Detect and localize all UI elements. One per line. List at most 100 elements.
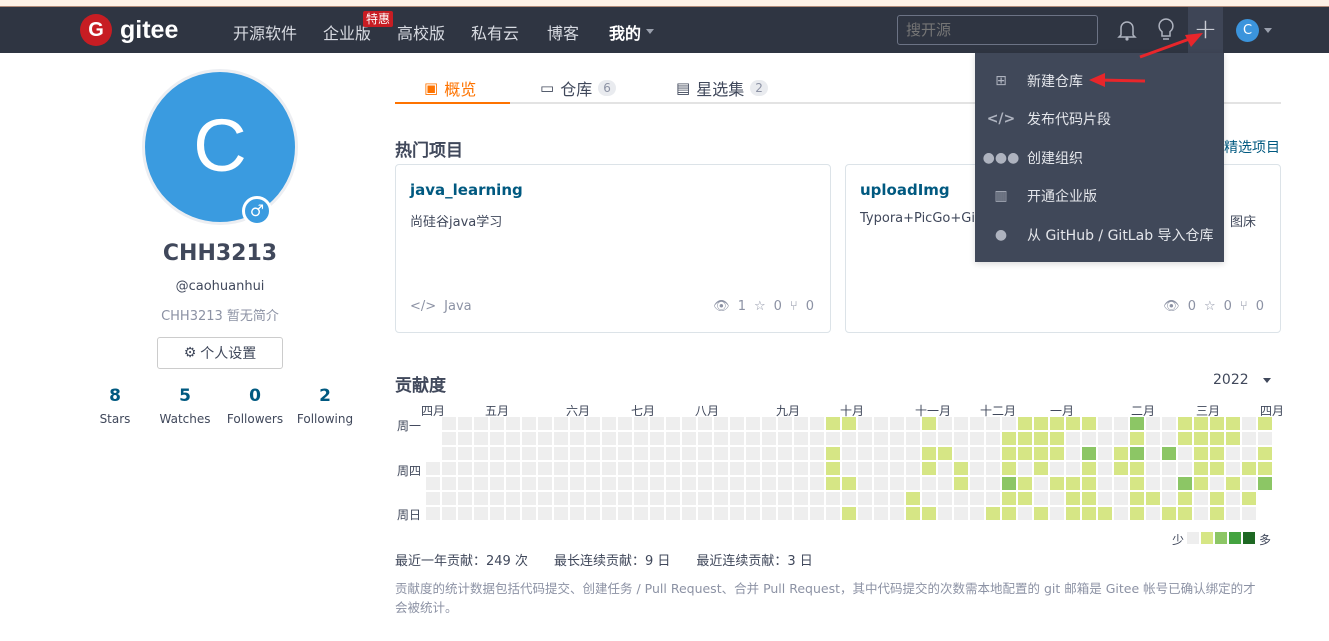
contribution-cell[interactable] xyxy=(1002,492,1016,505)
contribution-cell[interactable] xyxy=(554,477,568,490)
contribution-cell[interactable] xyxy=(1082,477,1096,490)
contribution-cell[interactable] xyxy=(474,492,488,505)
contribution-cell[interactable] xyxy=(970,447,984,460)
contribution-cell[interactable] xyxy=(1002,477,1016,490)
contribution-cell[interactable] xyxy=(842,507,856,520)
contribution-cell[interactable] xyxy=(730,477,744,490)
contribution-cell[interactable] xyxy=(1226,507,1240,520)
contribution-cell[interactable] xyxy=(1242,432,1256,445)
contribution-cell[interactable] xyxy=(890,462,904,475)
contribution-cell[interactable] xyxy=(538,492,552,505)
contribution-cell[interactable] xyxy=(874,432,888,445)
contribution-cell[interactable] xyxy=(714,462,728,475)
contribution-cell[interactable] xyxy=(842,432,856,445)
contribution-cell[interactable] xyxy=(506,417,520,430)
contribution-cell[interactable] xyxy=(762,417,776,430)
contribution-cell[interactable] xyxy=(474,417,488,430)
contribution-cell[interactable] xyxy=(1018,507,1032,520)
contribution-cell[interactable] xyxy=(810,507,824,520)
contribution-cell[interactable] xyxy=(890,432,904,445)
contribution-cell[interactable] xyxy=(650,462,664,475)
contribution-cell[interactable] xyxy=(778,492,792,505)
user-avatar-button[interactable]: C xyxy=(1236,19,1259,42)
contribution-cell[interactable] xyxy=(714,507,728,520)
contribution-cell[interactable] xyxy=(586,462,600,475)
contribution-cell[interactable] xyxy=(1210,447,1224,460)
contribution-cell[interactable] xyxy=(986,447,1000,460)
contribution-cell[interactable] xyxy=(586,492,600,505)
contribution-cell[interactable] xyxy=(986,477,1000,490)
menu-item-publish-snippet[interactable]: </> 发布代码片段 xyxy=(975,100,1224,138)
contribution-cell[interactable] xyxy=(426,507,440,520)
nav-education[interactable]: 高校版 xyxy=(397,20,445,44)
contribution-cell[interactable] xyxy=(506,447,520,460)
contribution-cell[interactable] xyxy=(666,477,680,490)
contribution-cell[interactable] xyxy=(506,432,520,445)
contribution-cell[interactable] xyxy=(682,432,696,445)
tab-2[interactable]: ▤ 星选集 2 xyxy=(676,76,768,100)
contribution-cell[interactable] xyxy=(1178,507,1192,520)
contribution-cell[interactable] xyxy=(1034,462,1048,475)
contribution-cell[interactable] xyxy=(1018,462,1032,475)
contribution-cell[interactable] xyxy=(426,477,440,490)
contribution-cell[interactable] xyxy=(858,507,872,520)
contribution-cell[interactable] xyxy=(1162,462,1176,475)
contribution-cell[interactable] xyxy=(874,477,888,490)
contribution-cell[interactable] xyxy=(1178,492,1192,505)
contribution-cell[interactable] xyxy=(442,447,456,460)
contribution-cell[interactable] xyxy=(474,507,488,520)
contribution-cell[interactable] xyxy=(682,417,696,430)
contribution-cell[interactable] xyxy=(1178,462,1192,475)
contribution-cell[interactable] xyxy=(1210,477,1224,490)
contribution-cell[interactable] xyxy=(522,462,536,475)
menu-item-enterprise[interactable]: ▥ 开通企业版 xyxy=(975,177,1224,215)
contribution-cell[interactable] xyxy=(1194,462,1208,475)
contribution-cell[interactable] xyxy=(1098,417,1112,430)
contribution-cell[interactable] xyxy=(922,447,936,460)
contribution-cell[interactable] xyxy=(634,477,648,490)
contribution-cell[interactable] xyxy=(538,417,552,430)
contribution-cell[interactable] xyxy=(890,477,904,490)
contribution-cell[interactable] xyxy=(826,432,840,445)
contribution-cell[interactable] xyxy=(922,492,936,505)
contribution-cell[interactable] xyxy=(1114,447,1128,460)
contribution-cell[interactable] xyxy=(842,462,856,475)
contribution-cell[interactable] xyxy=(810,417,824,430)
contribution-cell[interactable] xyxy=(826,477,840,490)
contribution-cell[interactable] xyxy=(922,477,936,490)
contribution-cell[interactable] xyxy=(794,477,808,490)
contribution-cell[interactable] xyxy=(538,432,552,445)
contribution-cell[interactable] xyxy=(922,507,936,520)
tab-1[interactable]: ▭ 仓库 6 xyxy=(540,76,616,100)
personal-settings-button[interactable]: ⚙ 个人设置 xyxy=(157,337,283,369)
contribution-cell[interactable] xyxy=(938,432,952,445)
contribution-cell[interactable] xyxy=(1050,507,1064,520)
contribution-cell[interactable] xyxy=(474,432,488,445)
contribution-cell[interactable] xyxy=(1034,507,1048,520)
contribution-cell[interactable] xyxy=(874,507,888,520)
contribution-cell[interactable] xyxy=(1098,507,1112,520)
contribution-cell[interactable] xyxy=(938,462,952,475)
contribution-cell[interactable] xyxy=(522,447,536,460)
contribution-cell[interactable] xyxy=(490,432,504,445)
contribution-cell[interactable] xyxy=(1146,477,1160,490)
contribution-cell[interactable] xyxy=(570,417,584,430)
nav-blog[interactable]: 博客 xyxy=(547,20,579,44)
contribution-cell[interactable] xyxy=(1114,432,1128,445)
contribution-cell[interactable] xyxy=(730,507,744,520)
contribution-cell[interactable] xyxy=(1146,447,1160,460)
contribution-cell[interactable] xyxy=(1194,477,1208,490)
contribution-cell[interactable] xyxy=(810,492,824,505)
contribution-cell[interactable] xyxy=(1146,432,1160,445)
contribution-cell[interactable] xyxy=(874,417,888,430)
contribution-cell[interactable] xyxy=(666,432,680,445)
contribution-cell[interactable] xyxy=(858,462,872,475)
contribution-cell[interactable] xyxy=(970,507,984,520)
contribution-cell[interactable] xyxy=(570,507,584,520)
contribution-cell[interactable] xyxy=(826,492,840,505)
contribution-cell[interactable] xyxy=(522,432,536,445)
contribution-cell[interactable] xyxy=(1098,462,1112,475)
contribution-cell[interactable] xyxy=(698,477,712,490)
contribution-cell[interactable] xyxy=(1226,432,1240,445)
contribution-cell[interactable] xyxy=(1146,462,1160,475)
